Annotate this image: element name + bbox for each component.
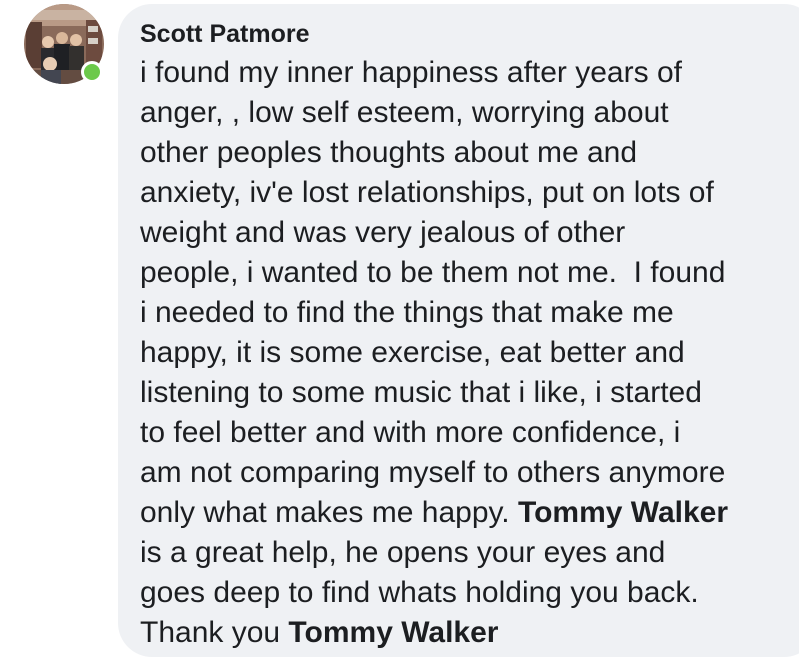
- comment-text-segment: i found my inner happiness after years o…: [140, 56, 682, 89]
- comment-line: to feel better and with more confidence,…: [140, 413, 790, 453]
- profile-avatar[interactable]: [24, 4, 104, 84]
- comment-text-segment: i needed to find the things that make me: [140, 296, 674, 329]
- comment-text-segment: am not comparing myself to others anymor…: [140, 456, 726, 489]
- comment-line: is a great help, he opens your eyes and: [140, 533, 790, 573]
- comment-line: goes deep to find whats holding you back…: [140, 573, 790, 613]
- comment-text-segment: is a great help, he opens your eyes and: [140, 536, 666, 569]
- comment-line: people, i wanted to be them not me. I fo…: [140, 253, 790, 293]
- comment-line: Thank you Tommy Walker: [140, 613, 790, 653]
- comment-line: listening to some music that i like, i s…: [140, 373, 790, 413]
- comment-text-segment: happy, it is some exercise, eat better a…: [140, 336, 685, 369]
- comment-line: anger, , low self esteem, worrying about: [140, 93, 790, 133]
- online-status-dot: [81, 61, 103, 83]
- comment-line: i needed to find the things that make me: [140, 293, 790, 333]
- comment-text: i found my inner happiness after years o…: [140, 53, 790, 653]
- comment-text-segment: weight and was very jealous of other: [140, 216, 626, 249]
- comment-text-segment: people, i wanted to be them not me. I fo…: [140, 256, 726, 289]
- comment-line: anxiety, iv'e lost relationships, put on…: [140, 173, 790, 213]
- comment-text-segment: listening to some music that i like, i s…: [140, 376, 702, 409]
- mention-link[interactable]: Tommy Walker: [518, 496, 728, 529]
- comment: Scott Patmore i found my inner happiness…: [0, 0, 799, 657]
- comment-line: other peoples thoughts about me and: [140, 133, 790, 173]
- comment-line: only what makes me happy. Tommy Walker: [140, 493, 790, 533]
- comment-line: am not comparing myself to others anymor…: [140, 453, 790, 493]
- comment-text-segment: to feel better and with more confidence,…: [140, 416, 681, 449]
- comment-text-segment: other peoples thoughts about me and: [140, 136, 638, 169]
- comment-text-segment: goes deep to find whats holding you back…: [140, 576, 699, 609]
- comment-line: i found my inner happiness after years o…: [140, 53, 790, 93]
- comment-text-segment: only what makes me happy.: [140, 496, 518, 529]
- comment-text-segment: Thank you: [140, 616, 289, 649]
- mention-link[interactable]: Tommy Walker: [288, 616, 498, 649]
- author-name[interactable]: Scott Patmore: [140, 19, 309, 49]
- comment-text-segment: anger, , low self esteem, worrying about: [140, 96, 669, 129]
- comment-line: happy, it is some exercise, eat better a…: [140, 333, 790, 373]
- comment-text-segment: anxiety, iv'e lost relationships, put on…: [140, 176, 714, 209]
- comment-line: weight and was very jealous of other: [140, 213, 790, 253]
